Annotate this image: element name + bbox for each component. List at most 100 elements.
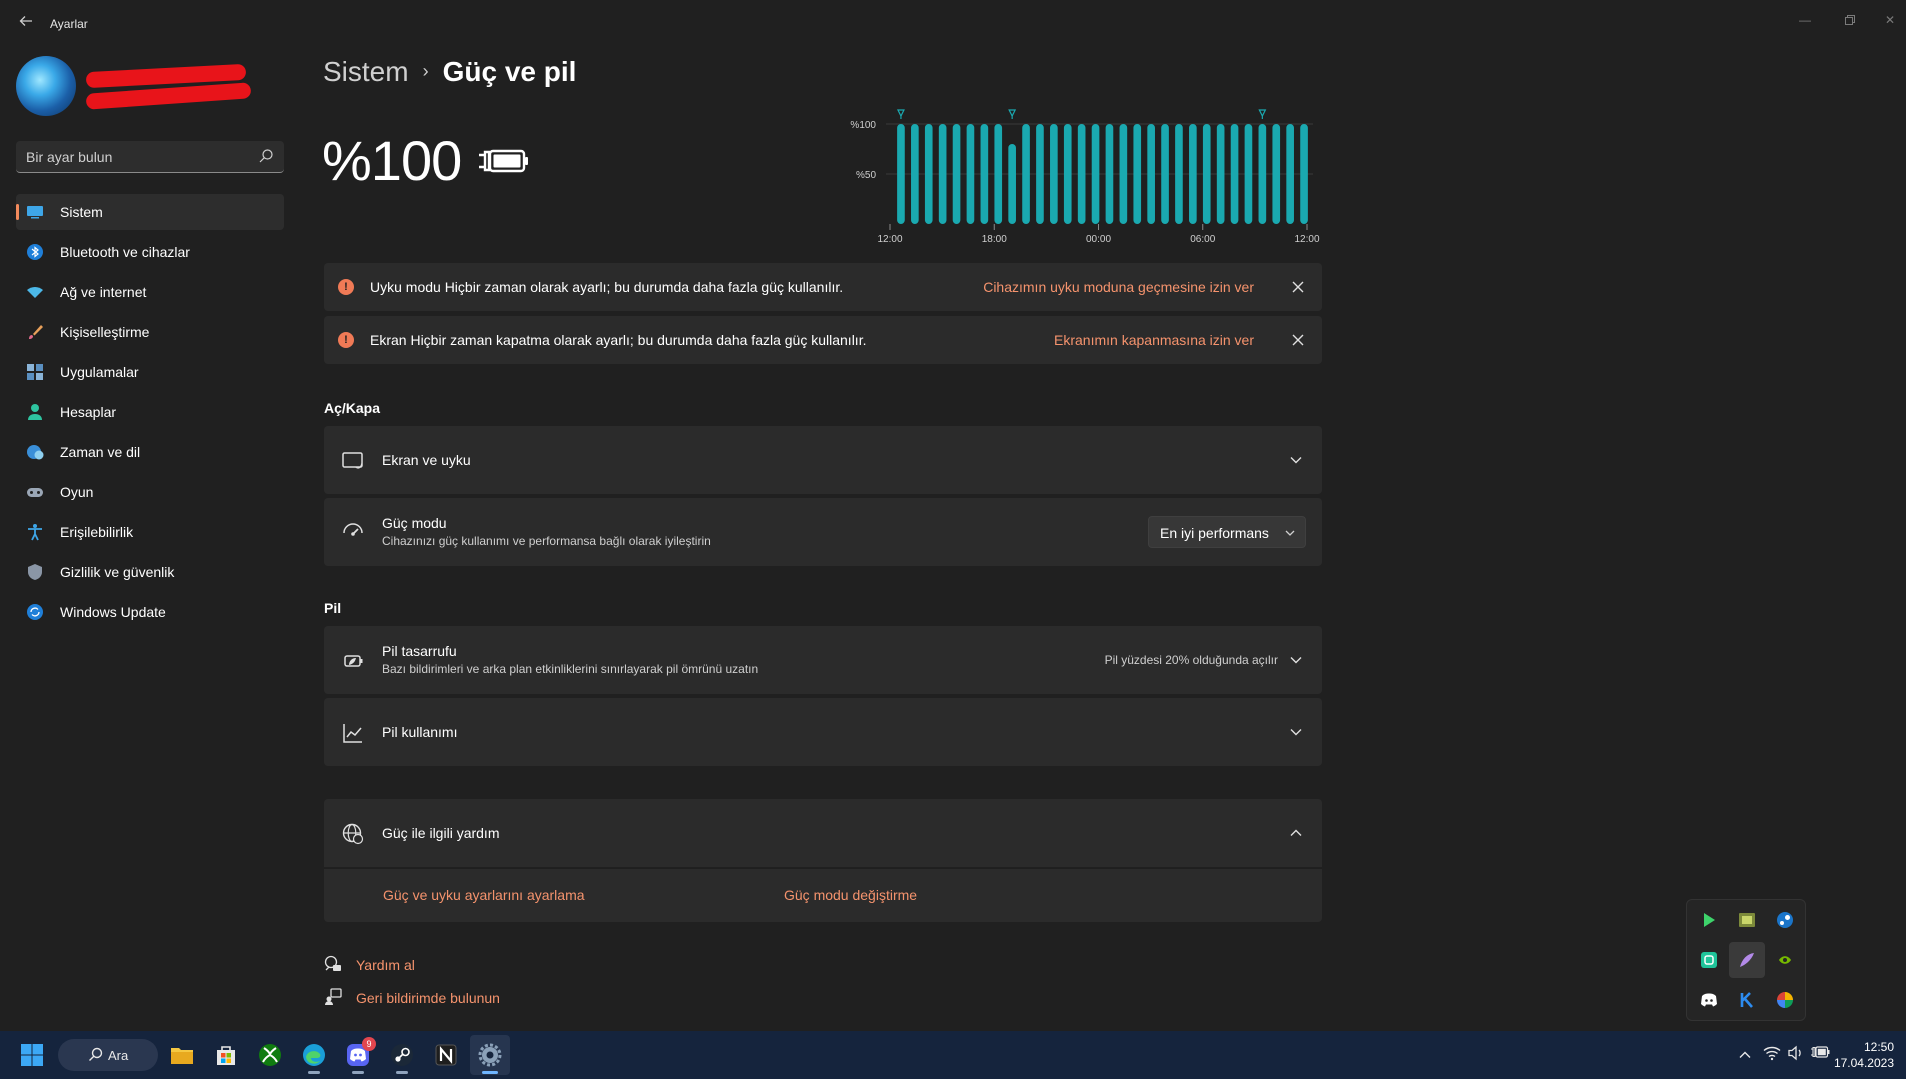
help-link-power-mode[interactable]: Güç modu değiştirme [784, 887, 917, 903]
minimize-button[interactable]: — [1785, 8, 1825, 32]
tray-app-feather[interactable] [1729, 942, 1765, 978]
search-icon[interactable] [258, 148, 274, 164]
play-icon [1704, 913, 1715, 927]
back-button[interactable] [14, 12, 38, 36]
film-icon [1739, 913, 1755, 927]
wifi-icon [1763, 1046, 1781, 1061]
folder-icon [171, 1048, 193, 1064]
volume-tray-button[interactable] [1786, 1045, 1806, 1065]
taskbar-file-explorer[interactable] [162, 1035, 202, 1075]
taskbar-notion[interactable] [426, 1035, 466, 1075]
start-button[interactable] [12, 1035, 52, 1075]
breadcrumb-parent[interactable]: Sistem [323, 56, 409, 87]
taskbar-discord[interactable]: 9 [338, 1035, 378, 1075]
battery-bar [1036, 124, 1044, 224]
accessibility-icon [28, 524, 42, 541]
steam-icon [1777, 912, 1793, 928]
sidebar-item-accounts[interactable]: Hesaplar [16, 394, 284, 430]
battery-saver-row[interactable]: Pil tasarrufu Bazı bildirimleri ve arka … [324, 626, 1322, 694]
y-tick-label: %50 [856, 170, 876, 181]
taskbar-xbox[interactable] [250, 1035, 290, 1075]
power-help-row[interactable]: Güç ile ilgili yardım [324, 799, 1322, 867]
edge-icon [303, 1044, 325, 1066]
battery-tray-button[interactable] [1810, 1045, 1830, 1065]
chart-bars [896, 109, 1308, 224]
tray-app-green[interactable] [1691, 942, 1727, 978]
clock-time: 12:50 [1863, 1040, 1894, 1054]
screen-sleep-row[interactable]: Ekran ve uyku [324, 426, 1322, 494]
close-icon [1292, 281, 1304, 293]
sidebar-item-accessibility[interactable]: Erişilebilirlik [16, 514, 284, 550]
battery-bar [1022, 124, 1030, 224]
expand-button[interactable] [1284, 720, 1308, 744]
allow-screen-off-link[interactable]: Ekranımın kapanmasına izin ver [1054, 332, 1254, 348]
page-title: Güç ve pil [442, 56, 577, 87]
close-window-button[interactable]: ✕ [1874, 8, 1906, 32]
search-input[interactable] [26, 147, 246, 167]
taskbar-edge[interactable] [294, 1035, 334, 1075]
x-tick-label: 18:00 [982, 234, 1007, 244]
sidebar-item-personalization[interactable]: Kişiselleştirme [16, 314, 284, 350]
monitor-icon [27, 206, 43, 219]
maximize-button[interactable] [1830, 8, 1870, 32]
warning-text: Uyku modu Hiçbir zaman olarak ayarlı; bu… [370, 279, 844, 295]
row-subtitle: Cihazınızı güç kullanımı ve performansa … [382, 534, 711, 548]
x-tick-label: 06:00 [1190, 234, 1215, 244]
taskbar-settings[interactable] [470, 1035, 510, 1075]
show-hidden-icons-button[interactable] [1735, 1045, 1755, 1065]
tray-app-colorful[interactable] [1767, 982, 1803, 1018]
sidebar-item-network[interactable]: Ağ ve internet [16, 274, 284, 310]
expand-button[interactable] [1284, 448, 1308, 472]
sidebar-item-apps[interactable]: Uygulamalar [16, 354, 284, 390]
power-mode-dropdown[interactable]: En iyi performans [1148, 516, 1306, 548]
notion-icon [435, 1044, 457, 1066]
battery-bar [1161, 124, 1169, 224]
sidebar-item-bluetooth[interactable]: Bluetooth ve cihazlar [16, 234, 284, 270]
shield-icon [28, 564, 42, 580]
battery-usage-row[interactable]: Pil kullanımı [324, 698, 1322, 766]
tray-app-nvidia[interactable] [1767, 942, 1803, 978]
feedback-label[interactable]: Geri bildirimde bulunun [356, 990, 500, 1006]
chevron-up-icon [1290, 829, 1302, 836]
power-mode-value: En iyi performans [1160, 525, 1269, 541]
dismiss-warning-button[interactable] [1286, 328, 1310, 352]
network-tray-button[interactable] [1762, 1045, 1782, 1065]
taskbar-search-label: Ara [108, 1048, 129, 1063]
y-tick-label: %100 [850, 120, 876, 131]
help-link-power-sleep[interactable]: Güç ve uyku ayarlarını ayarlama [383, 887, 585, 903]
collapse-button[interactable] [1284, 821, 1308, 845]
taskbar-store[interactable] [206, 1035, 246, 1075]
sidebar-item-privacy[interactable]: Gizlilik ve güvenlik [16, 554, 284, 590]
dismiss-warning-button[interactable] [1286, 275, 1310, 299]
sidebar-item-windows-update[interactable]: Windows Update [16, 594, 284, 630]
get-help-label[interactable]: Yardım al [356, 957, 415, 973]
user-profile[interactable] [16, 56, 286, 122]
running-indicator [396, 1071, 408, 1074]
battery-bar [1077, 124, 1086, 224]
section-title-power: Aç/Kapa [324, 400, 381, 416]
tray-app-play[interactable] [1691, 902, 1727, 938]
taskbar-steam[interactable] [382, 1035, 422, 1075]
sidebar-item-sistem[interactable]: Sistem [16, 194, 284, 230]
row-title: Pil kullanımı [382, 724, 458, 740]
allow-sleep-link[interactable]: Cihazımın uyku moduna geçmesine izin ver [983, 279, 1254, 295]
tray-app-film[interactable] [1729, 902, 1765, 938]
expand-button[interactable] [1284, 648, 1308, 672]
update-icon [27, 604, 43, 620]
sidebar-item-time-language[interactable]: Zaman ve dil [16, 434, 284, 470]
title-bar: Ayarlar — ✕ [0, 0, 1906, 48]
battery-bar [1216, 124, 1225, 224]
taskbar-clock[interactable]: 12:50 17.04.2023 [1834, 1039, 1894, 1071]
gear-icon [478, 1043, 502, 1067]
xbox-icon [259, 1044, 281, 1066]
breadcrumb-separator: › [422, 61, 429, 81]
settings-search[interactable] [16, 141, 284, 173]
close-icon [1292, 334, 1304, 346]
tray-app-discord[interactable] [1691, 982, 1727, 1018]
sidebar-item-label: Bluetooth ve cihazlar [60, 244, 190, 260]
tray-app-steam[interactable] [1767, 902, 1803, 938]
tray-app-k[interactable] [1729, 982, 1765, 1018]
sidebar-item-gaming[interactable]: Oyun [16, 474, 284, 510]
sidebar-item-label: Oyun [60, 484, 94, 500]
taskbar-search[interactable]: Ara [58, 1039, 158, 1071]
